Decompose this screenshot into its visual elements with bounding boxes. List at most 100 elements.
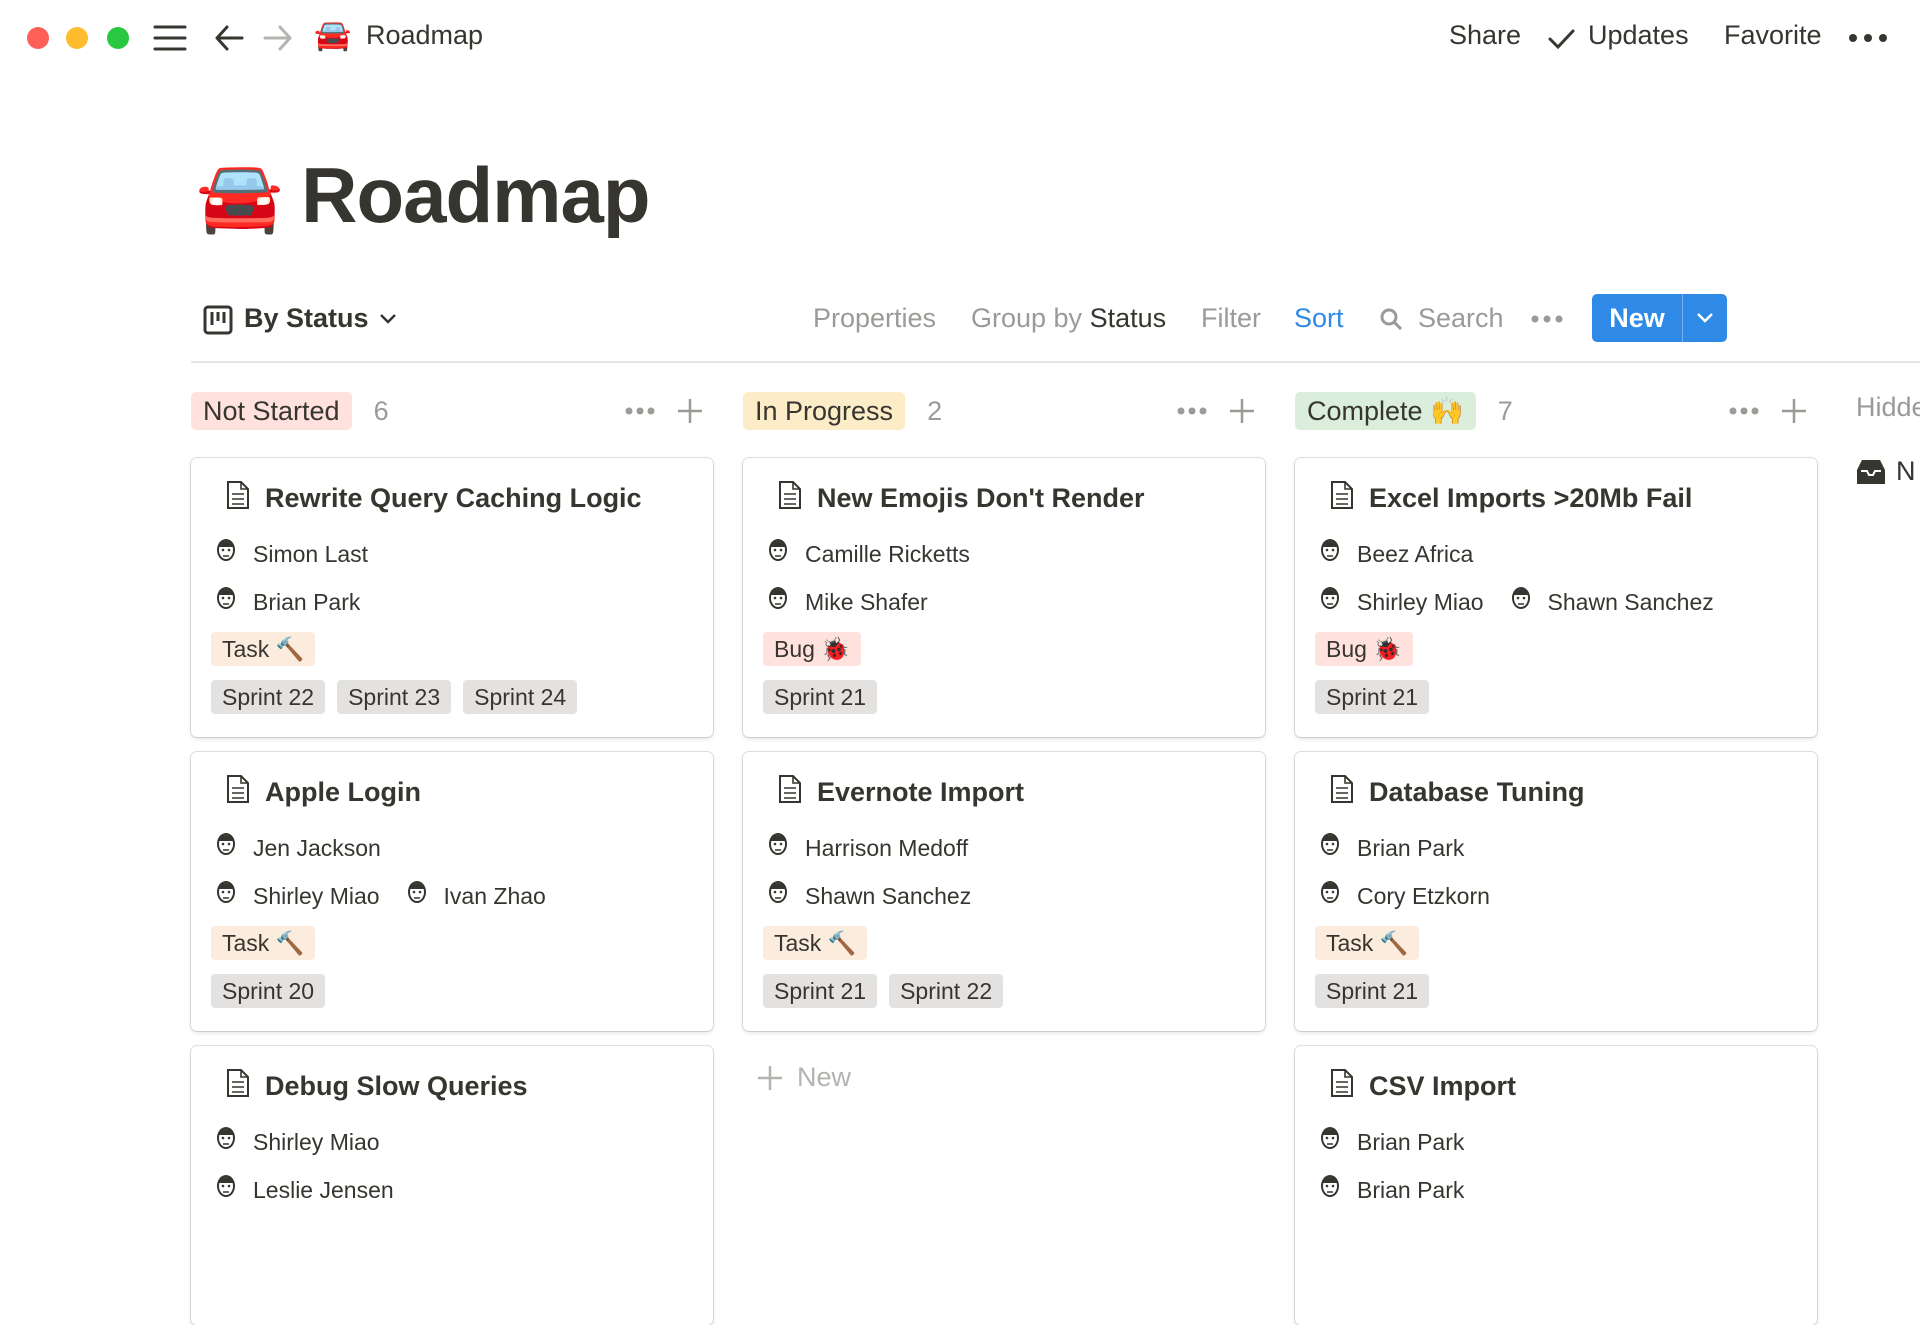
search-icon[interactable] [1378,306,1404,332]
hidden-column: Hidde N [1856,392,1920,487]
person[interactable]: Shirley Miao [1317,584,1484,620]
hidden-item-label: N [1896,456,1916,486]
person[interactable]: Ivan Zhao [404,878,546,914]
new-button[interactable]: New [1592,294,1727,342]
person[interactable]: Brian Park [213,584,360,620]
type-row: Bug 🐞 [763,632,873,666]
assignee-row: Shirley Miao Ivan Zhao [213,878,556,914]
forward-arrow-icon[interactable] [262,22,294,54]
card-title: Excel Imports >20Mb Fail [1329,480,1692,517]
avatar-icon [1317,1172,1343,1208]
column-header: In Progress 2 [743,392,1265,430]
status-pill[interactable]: Not Started [191,392,352,430]
type-tag: Task 🔨 [211,926,316,960]
add-card-plus-icon[interactable] [677,398,703,424]
board-card[interactable]: Database Tuning Brian Park Cory Etzkorn Tas… [1295,752,1817,1031]
status-pill[interactable]: Complete 🙌 [1295,392,1476,430]
assignee-row: Harrison Medoff [765,830,978,866]
back-arrow-icon[interactable] [213,22,245,54]
board-card[interactable]: Apple Login Jen Jackson Shirley Miao Ivan Z… [191,752,713,1031]
board-card[interactable]: Rewrite Query Caching Logic Simon Last Bri… [191,458,713,737]
page-icon [225,1068,251,1105]
add-card-plus-icon[interactable] [1781,398,1807,424]
column-count: 7 [1497,395,1513,426]
filter-button[interactable]: Filter [1201,303,1261,334]
close-window-button[interactable] [27,27,49,49]
page-title-text[interactable]: Roadmap [301,150,650,241]
person-name: Shirley Miao [253,1128,380,1155]
board-card[interactable]: New Emojis Don't Render Camille Ricketts M… [743,458,1265,737]
column-more-icon[interactable] [625,407,655,415]
page-emoji-icon[interactable]: 🚘 [196,161,283,231]
person-name: Mike Shafer [805,588,928,615]
person[interactable]: Brian Park [1317,830,1464,866]
person[interactable]: Camille Ricketts [765,536,970,572]
page-icon [1329,1068,1355,1105]
column-more-icon[interactable] [1177,407,1207,415]
card-title-text: Apple Login [265,777,421,807]
person[interactable]: Mike Shafer [765,584,928,620]
board-card[interactable]: CSV Import Brian Park Brian Park [1295,1046,1817,1325]
person[interactable]: Harrison Medoff [765,830,968,866]
column-more-icon[interactable] [1729,407,1759,415]
sprint-row: Sprint 21 [763,680,889,714]
assignee-row: Simon Last [213,536,378,572]
title-bar: 🚘 Roadmap Share Updates Favorite [0,0,1920,76]
board-column: Complete 🙌 7 [1295,392,1817,430]
assignee-row: Brian Park [1317,1124,1474,1160]
person[interactable]: Shawn Sanchez [1508,584,1714,620]
person[interactable]: Simon Last [213,536,368,572]
person[interactable]: Leslie Jensen [213,1172,394,1208]
breadcrumb-title[interactable]: Roadmap [366,20,483,51]
chevron-down-icon [379,313,396,324]
board-card[interactable]: Debug Slow Queries Shirley Miao Leslie Jen… [191,1046,713,1325]
group-by-button[interactable]: Group by Status [971,303,1166,334]
sprint-tag: Sprint 22 [211,680,326,714]
new-button-label[interactable]: New [1592,294,1682,342]
person[interactable]: Brian Park [1317,1172,1464,1208]
favorite-button[interactable]: Favorite [1724,20,1822,51]
person[interactable]: Beez Africa [1317,536,1473,572]
search-button[interactable]: Search [1418,303,1504,334]
card-title: New Emojis Don't Render [777,480,1144,517]
assignee-row: Beez Africa [1317,536,1483,572]
maximize-window-button[interactable] [107,27,129,49]
board-card[interactable]: Evernote Import Harrison Medoff Shawn Sanc… [743,752,1265,1031]
person[interactable]: Shawn Sanchez [765,878,971,914]
menu-icon[interactable] [152,22,188,54]
person-name: Jen Jackson [253,834,381,861]
person[interactable]: Jen Jackson [213,830,381,866]
add-card-plus-icon[interactable] [1229,398,1255,424]
page-icon [1329,774,1355,811]
more-options-icon[interactable] [1848,28,1888,48]
person[interactable]: Brian Park [1317,1124,1464,1160]
sort-button[interactable]: Sort [1294,303,1344,334]
updates-button[interactable]: Updates [1588,20,1689,51]
add-new-card-button[interactable]: New [757,1062,851,1093]
person-name: Leslie Jensen [253,1176,394,1203]
new-dropdown-chevron-icon[interactable] [1682,294,1727,342]
board-card[interactable]: Excel Imports >20Mb Fail Beez Africa Shirl… [1295,458,1817,737]
more-view-options-icon[interactable] [1531,313,1563,325]
avatar-icon [765,878,791,914]
properties-button[interactable]: Properties [813,303,936,334]
minimize-window-button[interactable] [66,27,88,49]
card-title-text: Debug Slow Queries [265,1071,528,1101]
sprint-tag: Sprint 21 [763,680,878,714]
board-column: In Progress 2 [743,392,1265,430]
person[interactable]: Shirley Miao [213,1124,380,1160]
card-title: Apple Login [225,774,421,811]
column-count: 6 [373,395,389,426]
person-name: Brian Park [1357,1128,1465,1155]
share-button[interactable]: Share [1449,20,1521,51]
person[interactable]: Cory Etzkorn [1317,878,1490,914]
person[interactable]: Shirley Miao [213,878,380,914]
view-selector[interactable]: By Status [244,303,397,334]
avatar-icon [765,830,791,866]
sprint-tag: Sprint 21 [1315,680,1430,714]
hidden-group-item[interactable]: N [1856,456,1920,487]
person-name: Shawn Sanchez [1547,588,1714,615]
assignee-row: Shirley Miao [213,1124,390,1160]
person-name: Brian Park [1357,834,1465,861]
status-pill[interactable]: In Progress [743,392,906,430]
